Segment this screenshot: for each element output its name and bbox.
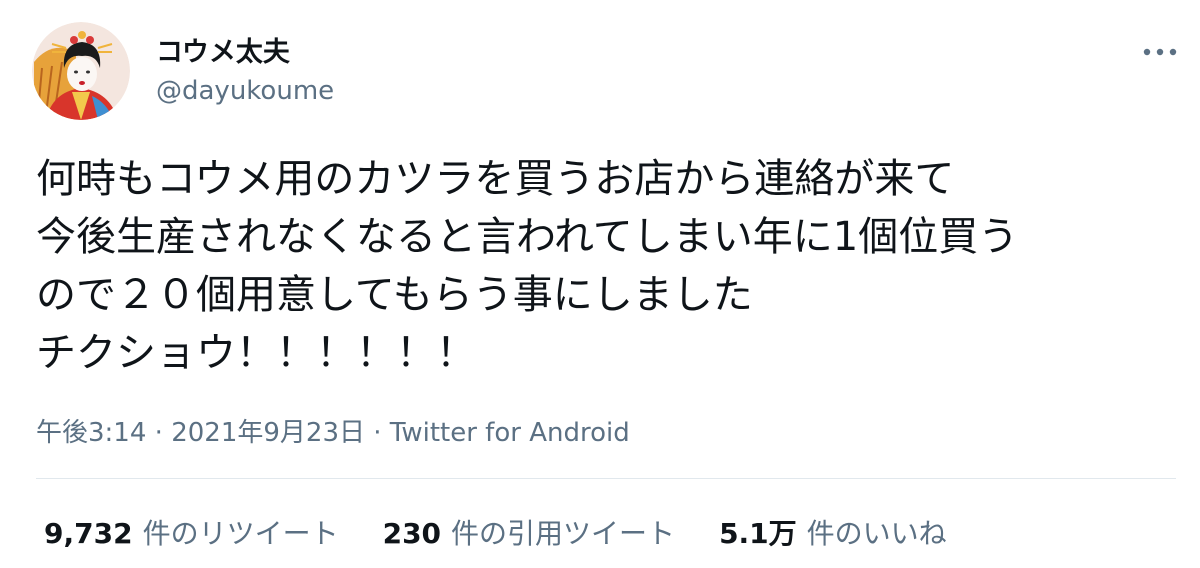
tweet-text-line: ので２０個用意してもらう事にしました <box>36 272 753 318</box>
engagement-stats: 9,732 件のリツイート 230 件の引用ツイート 5.1万 件のいいね <box>44 512 991 552</box>
tweet-card: コウメ太夫 @dayukoume 何時もコウメ用のカツラを買うお店から連絡が来て… <box>0 0 1200 568</box>
tweet-client-link[interactable]: Twitter for Android <box>390 418 630 448</box>
retweets-count: 9,732 <box>44 517 133 550</box>
more-horizontal-icon <box>1143 48 1177 56</box>
likes-label: 件のいいね <box>806 517 947 550</box>
tweet-timestamp-time[interactable]: 午後3:14 <box>36 418 146 448</box>
tweet-metadata: 午後3:14 · 2021年9月23日 · Twitter for Androi… <box>36 412 630 449</box>
likes-count: 5.1万 <box>719 517 797 550</box>
author-display-name[interactable]: コウメ太夫 <box>156 30 290 69</box>
author-avatar[interactable] <box>32 22 130 120</box>
author-handle[interactable]: @dayukoume <box>156 76 334 106</box>
tweet-text-line: チクショウ！！！！！！ <box>36 330 476 376</box>
retweets-label: 件のリツイート <box>142 517 339 550</box>
quote-tweets-count: 230 <box>382 517 442 550</box>
tweet-text-line: 何時もコウメ用のカツラを買うお店から連絡が来て <box>36 156 955 202</box>
divider <box>36 478 1176 479</box>
tweet-timestamp-date[interactable]: 2021年9月23日 <box>171 418 365 448</box>
tweet-text-line: 今後生産されなくなると言われてしまい年に1個位買う <box>36 214 1019 260</box>
meta-separator: · <box>364 418 390 448</box>
meta-separator: · <box>146 418 172 448</box>
tweet-body: 何時もコウメ用のカツラを買うお店から連絡が来て 今後生産されなくなると言われてし… <box>36 150 1176 382</box>
quote-tweets-stat[interactable]: 230 件の引用ツイート <box>383 512 675 552</box>
avatar-koume-dayu-icon <box>32 22 130 120</box>
quote-tweets-label: 件の引用ツイート <box>451 517 676 550</box>
retweets-stat[interactable]: 9,732 件のリツイート <box>44 512 339 552</box>
likes-stat[interactable]: 5.1万 件のいいね <box>719 512 947 552</box>
more-options-button[interactable] <box>1138 30 1182 74</box>
